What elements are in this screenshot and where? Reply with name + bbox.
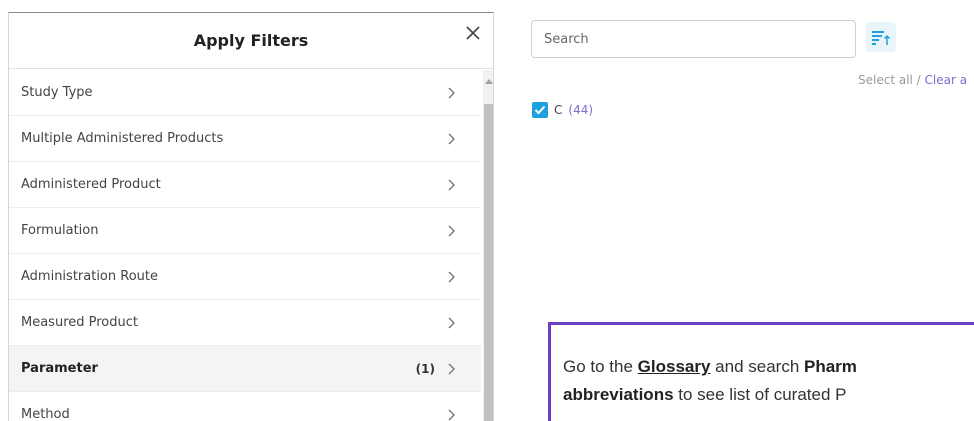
- filter-item-study-type[interactable]: Study Type: [9, 70, 481, 116]
- filter-item-administration-route[interactable]: Administration Route: [9, 254, 481, 300]
- chevron-right-icon: [448, 87, 455, 99]
- filter-item-formulation[interactable]: Formulation: [9, 208, 481, 254]
- filter-item-label: Measured Product: [21, 315, 138, 330]
- filter-item-label: Administration Route: [21, 269, 158, 284]
- callout-bold-term: abbreviations: [563, 385, 674, 404]
- sort-button[interactable]: [866, 22, 896, 52]
- filter-item-label: Parameter: [21, 361, 98, 376]
- callout-text: and search: [710, 357, 804, 376]
- filter-item-label: Multiple Administered Products: [21, 131, 224, 146]
- glossary-callout: Go to the Glossary and search Pharm abbr…: [548, 322, 974, 421]
- option-item[interactable]: C (44): [532, 102, 593, 118]
- select-clear-links: Select all / Clear a: [858, 73, 967, 87]
- search-input[interactable]: [531, 20, 856, 58]
- filters-panel: Apply Filters Study Type Multiple Admini…: [8, 12, 494, 421]
- option-checkbox[interactable]: [532, 102, 548, 118]
- filters-panel-title: Apply Filters: [193, 31, 309, 50]
- callout-text: Go to the: [563, 357, 638, 376]
- filter-item-label: Administered Product: [21, 177, 161, 192]
- filter-item-label: Method: [21, 407, 70, 421]
- scrollbar-thumb[interactable]: [484, 104, 493, 421]
- filter-item-method[interactable]: Method: [9, 392, 481, 421]
- filters-list: Study Type Multiple Administered Product…: [9, 70, 481, 421]
- chevron-right-icon: [448, 363, 455, 375]
- callout-line-2: abbreviations to see list of curated P: [563, 381, 974, 409]
- filters-panel-header: Apply Filters: [9, 13, 493, 69]
- callout-text: to see list of curated P: [673, 385, 847, 404]
- filter-item-administered-product[interactable]: Administered Product: [9, 162, 481, 208]
- chevron-right-icon: [448, 271, 455, 283]
- filter-item-parameter[interactable]: Parameter (1): [9, 346, 481, 392]
- callout-bold-term: Pharm: [804, 357, 857, 376]
- chevron-right-icon: [448, 179, 455, 191]
- filters-scrollbar[interactable]: [483, 70, 493, 421]
- filter-item-label: Study Type: [21, 85, 93, 100]
- close-icon[interactable]: [461, 21, 485, 45]
- chevron-right-icon: [448, 409, 455, 421]
- link-separator: /: [912, 73, 925, 87]
- chevron-right-icon: [448, 225, 455, 237]
- option-label: C: [554, 103, 563, 117]
- glossary-link[interactable]: Glossary: [638, 357, 711, 376]
- sort-icon: [872, 31, 891, 45]
- chevron-right-icon: [448, 133, 455, 145]
- select-all-link[interactable]: Select all: [858, 73, 913, 87]
- callout-line-1: Go to the Glossary and search Pharm: [563, 353, 974, 381]
- option-count: (44): [568, 103, 594, 117]
- clear-all-link[interactable]: Clear a: [925, 73, 968, 87]
- chevron-right-icon: [448, 317, 455, 329]
- filter-item-count: (1): [415, 361, 435, 376]
- filter-item-multiple-administered-products[interactable]: Multiple Administered Products: [9, 116, 481, 162]
- checkmark-icon: [534, 105, 546, 115]
- filter-item-label: Formulation: [21, 223, 99, 238]
- scroll-up-arrow-icon[interactable]: [483, 74, 493, 88]
- filter-item-measured-product[interactable]: Measured Product: [9, 300, 481, 346]
